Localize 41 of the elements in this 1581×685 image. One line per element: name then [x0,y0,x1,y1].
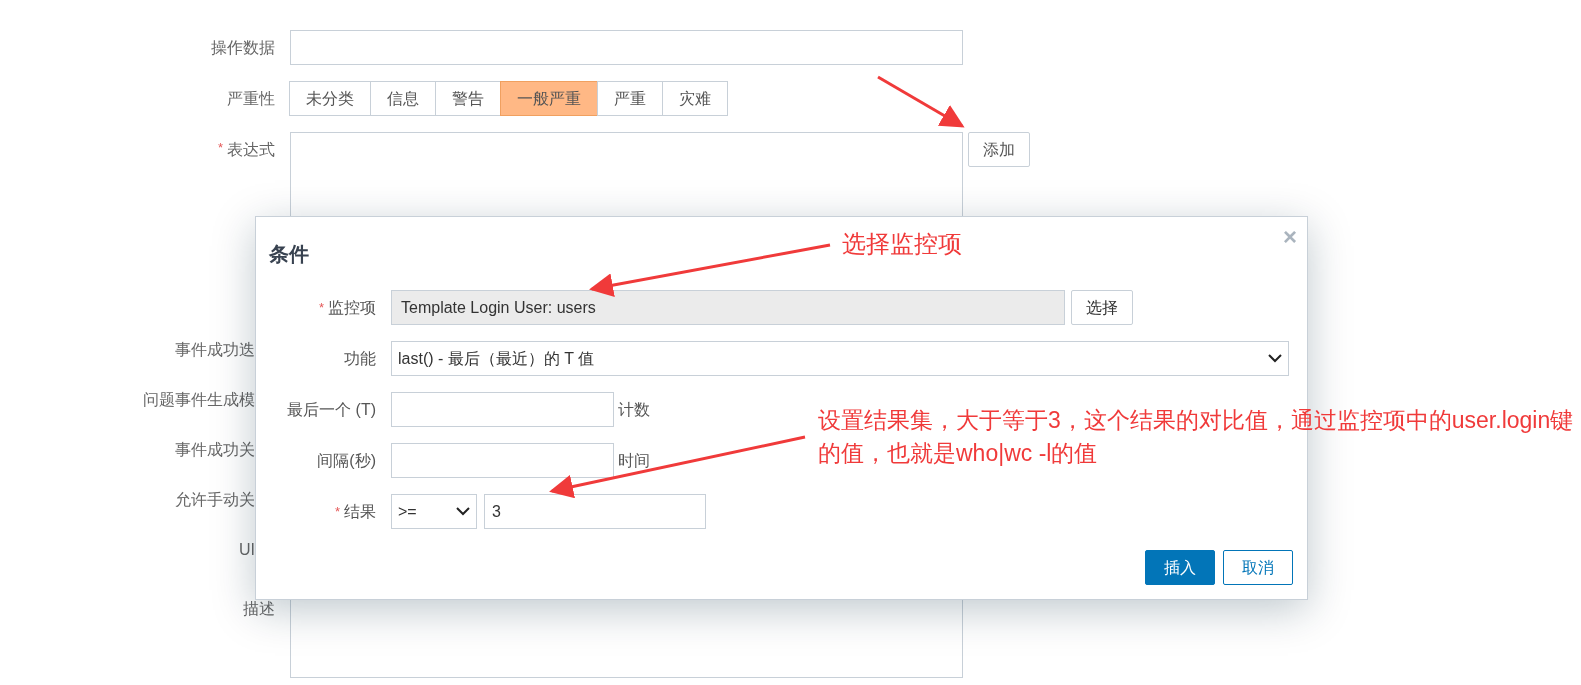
insert-button[interactable]: 插入 [1145,550,1215,585]
severity-tab[interactable]: 灾难 [662,81,728,116]
chevron-down-icon [456,507,470,516]
field-label: 表达式 [227,140,275,160]
severity-tab[interactable]: 信息 [370,81,436,116]
function-dropdown[interactable]: last() - 最后（最近）的 T 值 [391,341,1289,376]
field-label: 功能 [344,348,376,369]
required-asterisk: * [334,502,340,521]
required-asterisk: * [318,298,324,317]
required-asterisk: * [217,139,223,157]
field-label: 结果 [344,501,376,522]
field-label: 问题事件生成模 [143,390,255,410]
input-field[interactable] [290,30,963,65]
field-label: 操作数据 [211,38,275,58]
field-label: UI [239,540,255,560]
cancel-button[interactable]: 取消 [1223,550,1293,585]
field-label: 监控项 [328,297,376,318]
severity-tab[interactable]: 一般严重 [500,81,598,116]
field-label: 允许手动关 [175,490,255,510]
chevron-down-icon [1268,354,1282,363]
input-field[interactable] [391,392,614,427]
field-label: 严重性 [227,89,275,109]
unit-label: 时间 [618,450,650,471]
unit-label: 计数 [618,399,650,420]
field-label: 描述 [243,599,275,619]
value-field[interactable]: 3 [484,494,706,529]
item-field[interactable]: Template Login User: users [391,290,1065,325]
select-button[interactable]: 选择 [1071,290,1133,325]
dialog-title: 条件 [269,242,309,267]
field-label: 事件成功迭 [175,340,255,360]
severity-tab[interactable]: 严重 [597,81,663,116]
field-label: 事件成功关 [175,440,255,460]
annotation-text: 设置结果集，大于等于3，这个结果的对比值，通过监控项中的user.login键的值，也就是who|wc -l的值 [818,406,1575,468]
add-button[interactable]: 添加 [968,132,1030,167]
field-label: 间隔(秒) [317,450,376,471]
severity-tab[interactable]: 警告 [435,81,501,116]
severity-tab[interactable]: 未分类 [289,81,371,116]
annotation-text: 选择监控项 [842,229,962,259]
field-label: 最后一个 (T) [287,399,376,420]
operator-dropdown[interactable]: >= [391,494,477,529]
input-field[interactable] [391,443,614,478]
